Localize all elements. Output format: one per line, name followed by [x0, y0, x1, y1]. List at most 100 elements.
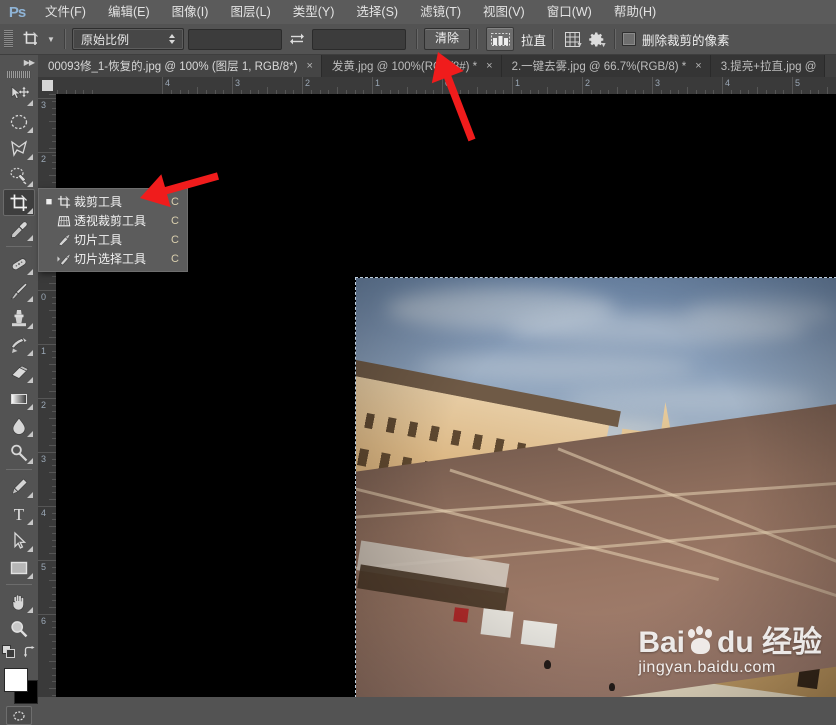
- eraser-tool[interactable]: [3, 358, 35, 385]
- gear-chevron-down-icon[interactable]: ▼: [600, 42, 607, 49]
- ruler-tick-minor: [197, 87, 198, 94]
- menu-edit[interactable]: 编辑(E): [97, 0, 161, 24]
- marquee-flyout-triangle[interactable]: [27, 127, 33, 133]
- eyedropper-tool[interactable]: [3, 216, 35, 243]
- tools-panel-grip[interactable]: [7, 71, 31, 78]
- blur-tool[interactable]: [3, 412, 35, 439]
- straighten-label[interactable]: 拉直: [521, 30, 546, 49]
- elliptical-marquee-tool[interactable]: [3, 108, 35, 135]
- horizontal-ruler[interactable]: 432101234567: [56, 77, 836, 95]
- menu-image[interactable]: 图像(I): [161, 0, 220, 24]
- type-tool[interactable]: T: [3, 500, 35, 527]
- dodge-tool[interactable]: [3, 439, 35, 466]
- crop-tool-icon[interactable]: [18, 27, 44, 51]
- document-tab-3[interactable]: 2.一键去雾.jpg @ 66.7%(RGB/8) * ×: [502, 55, 711, 77]
- crop-ratio-select[interactable]: 原始比例: [72, 28, 184, 50]
- straighten-button[interactable]: [486, 27, 514, 51]
- document-tab-4[interactable]: 3.提亮+拉直.jpg @: [711, 55, 826, 77]
- options-bar-grip[interactable]: [4, 30, 13, 48]
- type-flyout-triangle[interactable]: [27, 519, 33, 525]
- path-selection-tool[interactable]: [3, 527, 35, 554]
- delete-cropped-pixels-checkbox[interactable]: [622, 32, 636, 46]
- lasso-tool[interactable]: [3, 135, 35, 162]
- flyout-item-slice-select-label: 切片选择工具: [74, 250, 168, 267]
- close-icon[interactable]: ×: [486, 60, 492, 72]
- slice-tool-icon: [54, 233, 74, 247]
- ruler-label: 4: [725, 78, 730, 88]
- healing-flyout-triangle[interactable]: [27, 269, 33, 275]
- flyout-item-slice-select-tool[interactable]: 切片选择工具 C: [39, 249, 187, 268]
- flyout-item-slice-tool[interactable]: 切片工具 C: [39, 230, 187, 249]
- double-chevron-right-icon[interactable]: ▶▶: [0, 55, 38, 69]
- ruler-origin-marker[interactable]: [42, 80, 53, 91]
- close-icon[interactable]: ×: [695, 60, 701, 72]
- pen-flyout-triangle[interactable]: [27, 492, 33, 498]
- gear-icon[interactable]: ▼: [584, 27, 608, 51]
- vertical-ruler[interactable]: 320123456: [38, 94, 57, 697]
- history-brush-tool[interactable]: [3, 331, 35, 358]
- menu-layer[interactable]: 图层(L): [219, 0, 281, 24]
- crop-height-input[interactable]: [312, 29, 406, 50]
- default-colors-icon[interactable]: [2, 645, 16, 664]
- ruler-label: 3: [235, 78, 240, 88]
- swap-width-height-icon[interactable]: [286, 28, 308, 50]
- foreground-color-swatch[interactable]: [4, 668, 28, 692]
- lasso-flyout-triangle[interactable]: [27, 154, 33, 160]
- quick-selection-tool[interactable]: [3, 162, 35, 189]
- gradient-tool[interactable]: [3, 385, 35, 412]
- pen-tool[interactable]: [3, 473, 35, 500]
- crop-preset-chevron-down-icon[interactable]: ▼: [44, 27, 58, 51]
- eyedropper-flyout-triangle[interactable]: [27, 235, 33, 241]
- menu-help[interactable]: 帮助(H): [603, 0, 667, 24]
- stamp-flyout-triangle[interactable]: [27, 323, 33, 329]
- flyout-item-perspective-crop-label: 透视裁剪工具: [74, 212, 168, 229]
- menu-select[interactable]: 选择(S): [345, 0, 409, 24]
- dodge-flyout-triangle[interactable]: [27, 458, 33, 464]
- zoom-tool[interactable]: [3, 615, 35, 642]
- crop-width-input[interactable]: [188, 29, 282, 50]
- quick-selection-flyout-triangle[interactable]: [27, 181, 33, 187]
- history-brush-flyout-triangle[interactable]: [27, 350, 33, 356]
- path-selection-flyout-triangle[interactable]: [27, 546, 33, 552]
- ruler-tick-major: [792, 77, 793, 94]
- crop-flyout-triangle[interactable]: [27, 208, 33, 214]
- hand-flyout-triangle[interactable]: [27, 607, 33, 613]
- ruler-tick-major: [38, 152, 56, 153]
- eraser-flyout-triangle[interactable]: [27, 377, 33, 383]
- ruler-tick-minor: [49, 310, 56, 311]
- flyout-item-crop-tool[interactable]: ■ 裁剪工具 C: [39, 192, 187, 211]
- brush-flyout-triangle[interactable]: [27, 296, 33, 302]
- crop-ratio-spinner-icon[interactable]: [164, 34, 180, 44]
- close-icon[interactable]: ×: [306, 60, 312, 72]
- spot-healing-brush-tool[interactable]: [3, 250, 35, 277]
- grid-overlay-icon[interactable]: ▼: [560, 27, 584, 51]
- flyout-item-perspective-crop-tool[interactable]: 透视裁剪工具 C: [39, 211, 187, 230]
- menu-filter[interactable]: 滤镜(T): [409, 0, 472, 24]
- blur-flyout-triangle[interactable]: [27, 431, 33, 437]
- crop-tool-flyout-menu[interactable]: ■ 裁剪工具 C 透视裁剪工具: [38, 188, 188, 272]
- canvas-area[interactable]: Bai du 经验 jingyan.baidu.com: [56, 94, 836, 697]
- gradient-flyout-triangle[interactable]: [27, 404, 33, 410]
- delete-cropped-pixels-row[interactable]: 删除裁剪的像素: [622, 30, 730, 49]
- document-tab-1[interactable]: 00093修_1-恢复的.jpg @ 100% (图层 1, RGB/8*) ×: [38, 55, 322, 77]
- document-tab-2[interactable]: 发黄.jpg @ 100%(RGB/8#) * ×: [322, 55, 502, 77]
- quick-mask-icon[interactable]: [6, 706, 32, 725]
- menu-type[interactable]: 类型(Y): [282, 0, 346, 24]
- options-divider-3: [476, 29, 478, 49]
- grid-overlay-chevron-down-icon[interactable]: ▼: [576, 42, 583, 49]
- move-tool-flyout-triangle[interactable]: [27, 100, 33, 106]
- crop-tool[interactable]: [3, 189, 35, 216]
- menu-file[interactable]: 文件(F): [34, 0, 97, 24]
- rectangle-tool[interactable]: [3, 554, 35, 581]
- document-image[interactable]: Bai du 经验 jingyan.baidu.com: [356, 278, 836, 697]
- hand-tool[interactable]: [3, 588, 35, 615]
- menu-window[interactable]: 窗口(W): [536, 0, 603, 24]
- swap-colors-icon[interactable]: [23, 645, 37, 664]
- clear-button[interactable]: 清除: [424, 28, 470, 50]
- brush-tool[interactable]: [3, 277, 35, 304]
- clone-stamp-tool[interactable]: [3, 304, 35, 331]
- menu-view[interactable]: 视图(V): [472, 0, 536, 24]
- options-divider: [64, 29, 66, 49]
- move-tool[interactable]: [3, 81, 35, 108]
- rectangle-flyout-triangle[interactable]: [27, 573, 33, 579]
